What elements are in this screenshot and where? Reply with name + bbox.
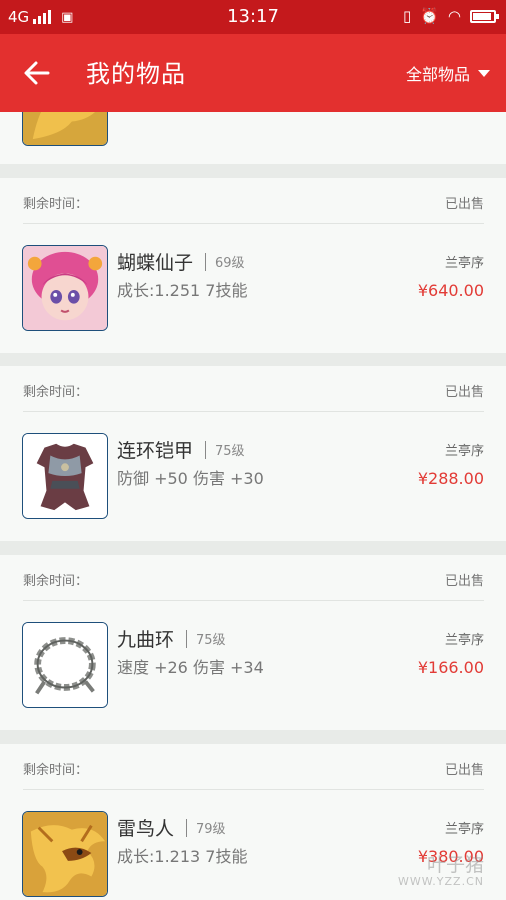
- watermark-text: 叶子猪: [426, 854, 484, 877]
- list-item[interactable]: 剩余时间： 已出售 连环铠甲 75级 防御 +50 伤害 +30 兰亭序 ¥28…: [0, 366, 506, 541]
- item-list[interactable]: 剩余时间： 已出售 蝴蝶仙子 69级 成长:1.251 7技能 兰亭序 ¥640…: [0, 112, 506, 900]
- remain-time-label: 剩余时间：: [23, 763, 89, 778]
- watermark-url: WWW.YZZ.CN: [397, 874, 484, 888]
- item-level: 75级: [215, 444, 245, 459]
- divider: [205, 440, 207, 459]
- divider: [186, 629, 188, 648]
- item-level: 79级: [196, 822, 226, 837]
- thunderbird-pet-icon: [22, 112, 108, 146]
- item-title-row: 雷鸟人 79级: [117, 814, 226, 841]
- item-stats: 成长:1.251 7技能: [117, 281, 248, 300]
- back-button[interactable]: [22, 54, 56, 92]
- seller-name: 兰亭序: [444, 444, 484, 459]
- item-stats: 速度 +26 伤害 +34: [117, 658, 264, 677]
- item-price: ¥288.00: [417, 469, 484, 488]
- filter-label: 全部物品: [405, 65, 470, 84]
- status-badge: 已出售: [444, 385, 484, 400]
- remain-time-label: 剩余时间：: [23, 574, 89, 589]
- item-level: 69级: [215, 256, 245, 271]
- list-item[interactable]: 剩余时间： 已出售 蝴蝶仙子 69级 成长:1.251 7技能 兰亭序 ¥640…: [0, 178, 506, 353]
- card-header: 剩余时间： 已出售: [23, 178, 484, 224]
- card-header: 剩余时间： 已出售: [23, 366, 484, 412]
- app-bar: 我的物品 全部物品: [0, 34, 506, 112]
- item-stats: 防御 +50 伤害 +30: [117, 469, 264, 488]
- item-stats: 成长:1.213 7技能: [117, 847, 248, 866]
- status-badge: 已出售: [444, 763, 484, 778]
- list-item-partial[interactable]: [0, 112, 506, 164]
- divider: [186, 818, 188, 837]
- seller-name: 兰亭序: [444, 822, 484, 837]
- page-title: 我的物品: [86, 60, 186, 88]
- wifi-icon: ◠: [447, 7, 461, 25]
- remain-time-label: 剩余时间：: [23, 197, 89, 212]
- status-badge: 已出售: [444, 574, 484, 589]
- seller-name: 兰亭序: [444, 256, 484, 271]
- item-name: 九曲环: [117, 629, 175, 651]
- card-header: 剩余时间： 已出售: [23, 744, 484, 790]
- item-name: 蝴蝶仙子: [117, 252, 194, 274]
- item-title-row: 九曲环 75级: [117, 625, 226, 652]
- alarm-icon: ⏰: [420, 7, 439, 25]
- caret-down-icon: [478, 69, 490, 77]
- status-right: ▯ ⏰ ◠: [402, 7, 499, 25]
- chain-ring-icon: [22, 622, 108, 708]
- arrow-left-icon: [24, 61, 50, 85]
- item-price: ¥640.00: [417, 281, 484, 300]
- card-header: 剩余时间： 已出售: [23, 555, 484, 601]
- watermark: 叶子猪 WWW.YZZ.CN: [398, 855, 484, 888]
- fairy-pet-icon: [22, 245, 108, 331]
- thunderbird-pet-icon: [22, 811, 108, 897]
- remain-time-label: 剩余时间：: [23, 385, 89, 400]
- battery-icon: [470, 9, 499, 23]
- seller-name: 兰亭序: [444, 633, 484, 648]
- list-item[interactable]: 剩余时间： 已出售 九曲环 75级 速度 +26 伤害 +34 兰亭序 ¥166…: [0, 555, 506, 730]
- item-title-row: 蝴蝶仙子 69级: [117, 248, 245, 275]
- item-name: 雷鸟人: [117, 818, 175, 840]
- divider: [205, 252, 207, 271]
- item-title-row: 连环铠甲 75级: [117, 436, 245, 463]
- filter-dropdown[interactable]: 全部物品: [406, 61, 490, 85]
- armor-icon: [22, 433, 108, 519]
- status-badge: 已出售: [444, 197, 484, 212]
- item-price: ¥166.00: [417, 658, 484, 677]
- item-level: 75级: [196, 633, 226, 648]
- item-name: 连环铠甲: [117, 440, 194, 462]
- status-bar: 4G ▣ 13:17 ▯ ⏰ ◠: [0, 0, 506, 34]
- vibrate-icon: ▯: [402, 7, 412, 25]
